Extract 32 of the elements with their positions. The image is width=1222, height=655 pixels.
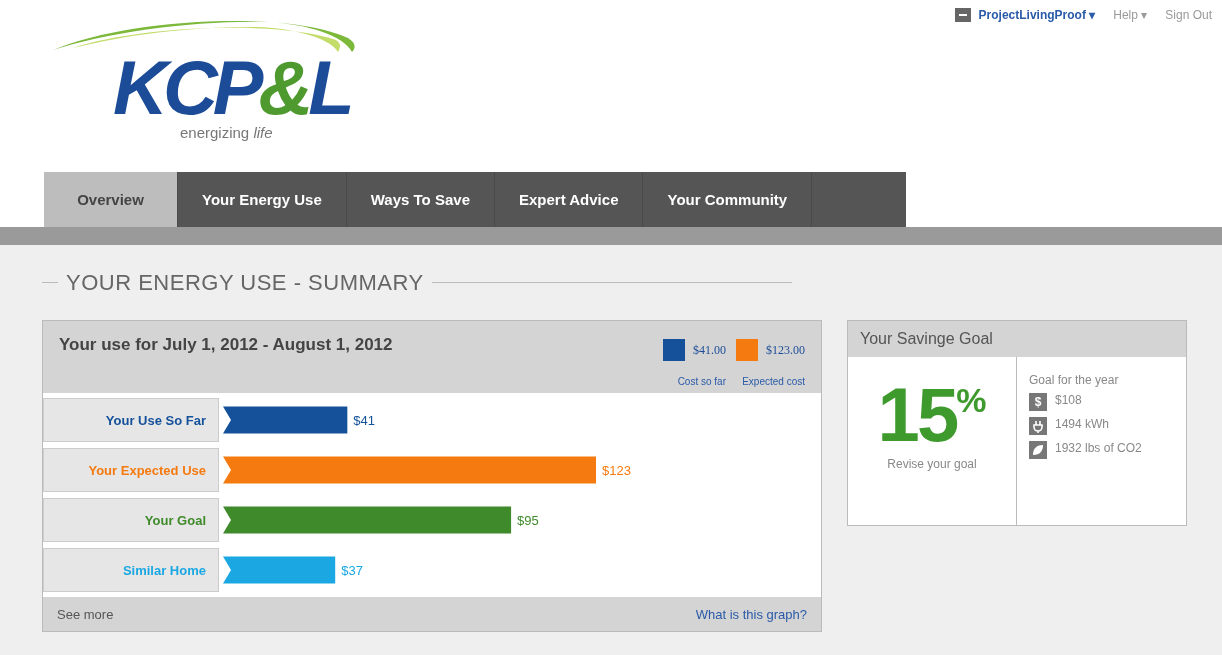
goal-value: 1932 lbs of CO2 [1055, 441, 1143, 455]
bar-label: Your Goal [43, 498, 219, 542]
legend-caption: Cost so far [676, 375, 726, 387]
revise-goal-link[interactable]: Revise your goal [887, 457, 977, 471]
goal-value: $108 [1055, 393, 1083, 407]
bar-label: Your Expected Use [43, 448, 219, 492]
nav-tab[interactable]: Overview [44, 172, 178, 227]
header-link[interactable]: Sign Out [1165, 8, 1212, 22]
see-more-link[interactable]: See more [57, 606, 114, 622]
savings-title: Your Savinge Goal [848, 321, 1186, 357]
bar-value: $37 [341, 562, 363, 578]
bar-label: Your Use So Far [43, 398, 219, 442]
section-title: YOUR ENERGY USE - SUMMARY [66, 269, 424, 296]
percent-sign: % [956, 381, 987, 419]
logo-text: KCP&L [113, 50, 350, 126]
bar-value: $95 [517, 512, 539, 528]
account-menu[interactable]: ProjectLivingProof ▾ [978, 8, 1096, 22]
user-icon [954, 8, 971, 22]
legend-caption: Expected cost [741, 375, 805, 387]
goal-heading: Goal for the year [1029, 373, 1120, 387]
logo-tagline: energizing life [180, 124, 273, 141]
legend-amount: $41.00 [693, 342, 726, 358]
graph-help-link[interactable]: What is this graph? [695, 606, 807, 622]
dollar-icon: $ [1029, 393, 1047, 411]
legend-amount: $123.00 [766, 342, 805, 358]
bar-value: $123 [602, 462, 631, 478]
goal-value: 1494 kWh [1055, 417, 1111, 431]
usage-title: Your use for July 1, 2012 - August 1, 2012 [59, 335, 393, 356]
bar-label: Similar Home [43, 548, 219, 592]
header-link[interactable]: Help ▾ [1113, 8, 1148, 22]
goal-percent: 15 [877, 377, 957, 453]
bar-value: $41 [353, 412, 376, 428]
